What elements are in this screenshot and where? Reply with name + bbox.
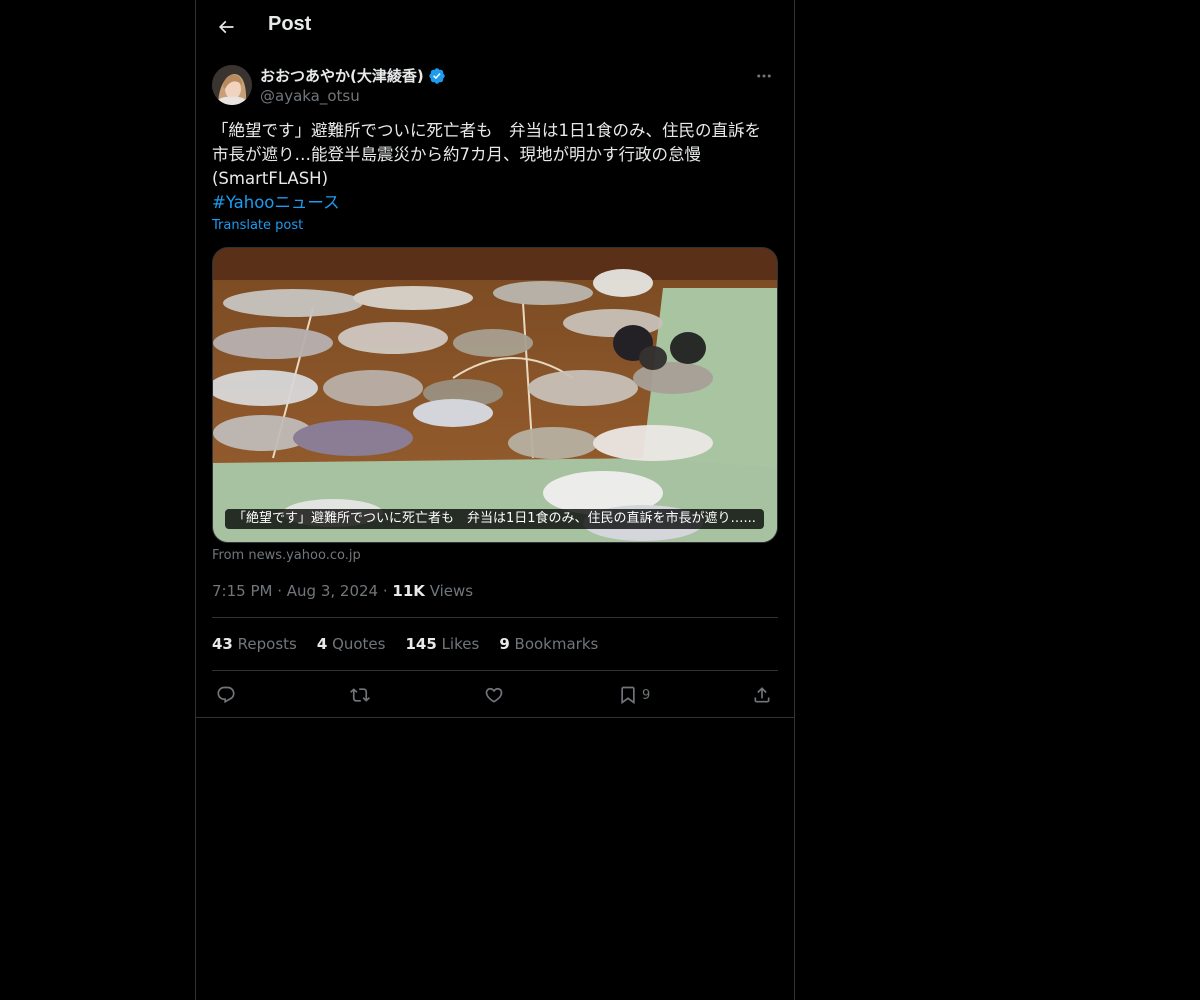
action-bar: 9: [212, 682, 778, 708]
verified-badge-icon: [429, 67, 445, 84]
link-card[interactable]: 「絶望です」避難所でついに死亡者も 弁当は1日1食のみ、住民の直訴を市長が遮り……: [212, 247, 778, 543]
share-icon: [754, 687, 770, 703]
card-caption: 「絶望です」避難所でついに死亡者も 弁当は1日1食のみ、住民の直訴を市長が遮り……: [225, 509, 764, 529]
bookmark-button[interactable]: 9: [618, 682, 650, 708]
post-text-line: 「絶望です」避難所でついに死亡者も 弁当は1日1食のみ、住民の直訴を: [212, 121, 761, 140]
hashtag-link[interactable]: #Yahooニュース: [212, 191, 778, 215]
post-header: Post: [196, 0, 794, 53]
more-options-button[interactable]: [750, 65, 778, 87]
reposts-count: 43: [212, 635, 233, 653]
quotes-label: Quotes: [332, 635, 386, 653]
share-button[interactable]: [752, 682, 772, 708]
post-text-line: (SmartFLASH): [212, 169, 329, 188]
post-text: 「絶望です」避難所でついに死亡者も 弁当は1日1食のみ、住民の直訴を 市長が遮り…: [212, 119, 778, 215]
views-count: 11K: [392, 582, 425, 600]
card-image: [213, 248, 777, 542]
post-date[interactable]: Aug 3, 2024: [287, 582, 378, 600]
divider: [212, 617, 778, 618]
post-author: おおつあやか(大津綾香) @ayaka_otsu: [212, 65, 778, 109]
likes-label: Likes: [441, 635, 480, 653]
bookmark-icon: [621, 686, 635, 705]
avatar-image: [212, 65, 252, 105]
bookmarks-count: 9: [499, 635, 510, 653]
reply-button[interactable]: [216, 682, 236, 708]
bookmark-count: 9: [642, 687, 651, 703]
bookmarks-stat[interactable]: 9 Bookmarks: [499, 635, 598, 653]
like-button[interactable]: [484, 682, 504, 708]
post-bottom-border: [196, 717, 794, 718]
repost-icon: [350, 688, 370, 702]
reposts-label: Reposts: [237, 635, 297, 653]
post-text-line: 市長が遮り…能登半島震災から約7カ月、現地が明かす行政の怠慢: [212, 145, 701, 164]
heart-icon: [485, 687, 503, 703]
author-display-name: おおつあやか(大津綾香): [260, 67, 424, 85]
back-button[interactable]: [208, 9, 244, 45]
avatar[interactable]: [212, 65, 252, 105]
repost-button[interactable]: [350, 682, 370, 708]
likes-stat[interactable]: 145 Likes: [405, 635, 479, 653]
reply-icon: [217, 686, 235, 704]
post-meta: 7:15 PM · Aug 3, 2024 · 11K Views: [212, 582, 473, 600]
quotes-count: 4: [316, 635, 328, 653]
card-source[interactable]: From news.yahoo.co.jp: [212, 548, 361, 563]
author-handle[interactable]: @ayaka_otsu: [260, 87, 360, 105]
arrow-left-icon: [218, 20, 234, 34]
divider: [212, 670, 778, 671]
translate-post-link[interactable]: Translate post: [212, 218, 303, 233]
more-horizontal-icon: [757, 74, 771, 78]
reposts-stat[interactable]: 43 Reposts: [212, 635, 297, 653]
post-time[interactable]: 7:15 PM: [212, 582, 272, 600]
meta-separator: ·: [277, 582, 287, 600]
post-stats: 43 Reposts 4 Quotes 145 Likes 9 Bookmark…: [212, 635, 598, 653]
quotes-stat[interactable]: 4 Quotes: [317, 635, 386, 653]
post-column: Post おおつあやか(大津綾香) @ayaka_otsu 「絶望です」避難所で…: [195, 0, 795, 1000]
likes-count: 145: [405, 635, 437, 653]
author-name[interactable]: おおつあやか(大津綾香): [260, 65, 446, 86]
page-title: Post: [268, 13, 312, 35]
bookmarks-label: Bookmarks: [514, 635, 599, 653]
views-label: Views: [429, 582, 474, 600]
meta-separator: ·: [382, 582, 393, 600]
